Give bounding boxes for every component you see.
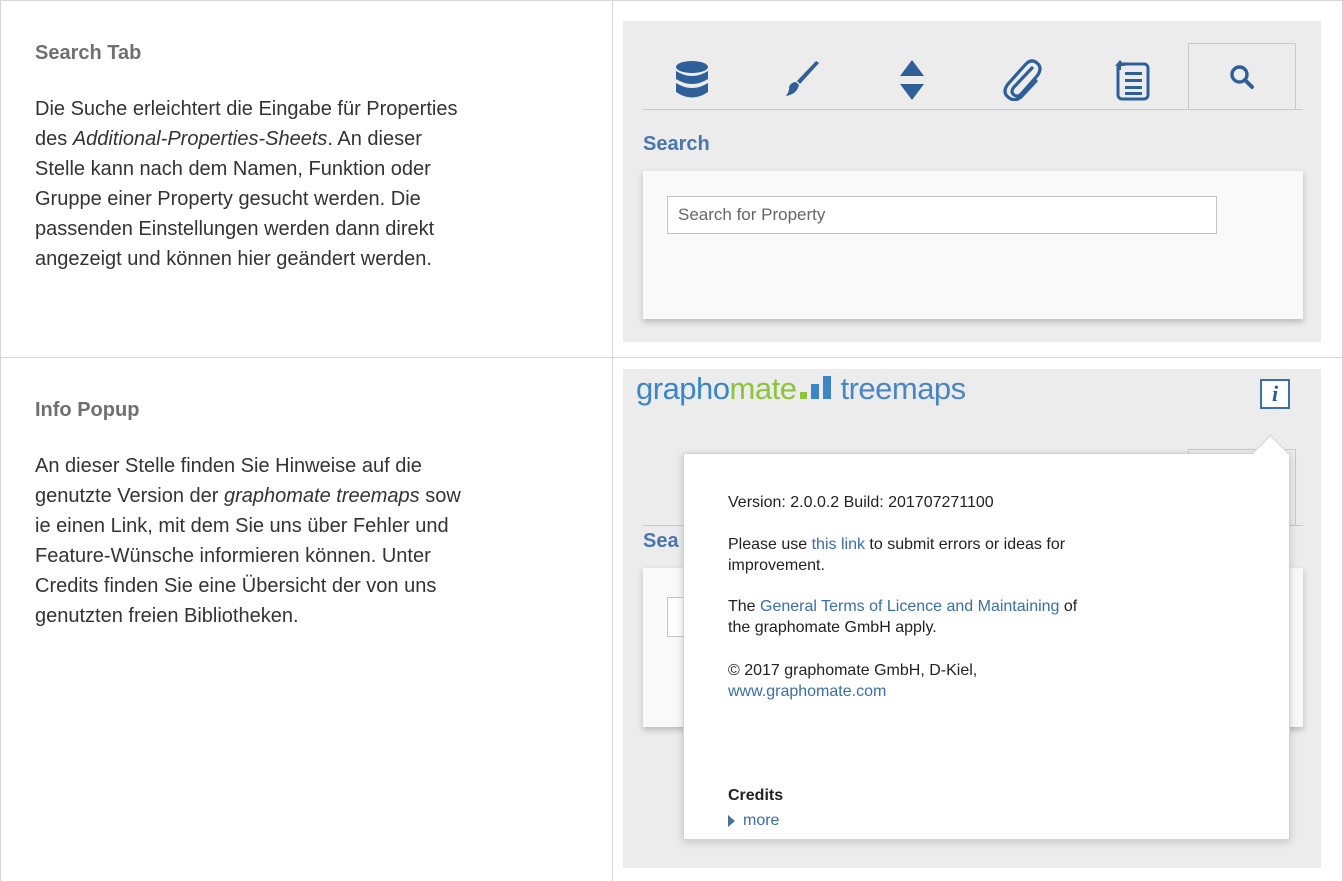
tab-attachments[interactable]: [973, 51, 1071, 109]
database-icon: [676, 61, 708, 98]
tab-data[interactable]: [643, 51, 741, 109]
search-tab-description: Die Suche erleichtert die Eingabe für Pr…: [35, 98, 458, 270]
expand-triangle-icon: [728, 815, 735, 827]
logo-bars-icon: [800, 375, 836, 399]
info-description-cell: Info Popup An dieser Stelle finden Sie H…: [0, 357, 612, 881]
list-icon: [1115, 60, 1150, 101]
paperclip-icon: [1003, 59, 1042, 101]
search-input[interactable]: [667, 196, 1217, 234]
info-button[interactable]: i: [1260, 379, 1290, 409]
sort-icon: [900, 60, 924, 100]
more-toggle[interactable]: more: [728, 812, 779, 830]
more-label: more: [743, 812, 780, 829]
property-tabs: [643, 43, 1303, 110]
info-popup-description: An dieser Stelle finden Sie Hinweise auf…: [35, 455, 461, 627]
tab-style[interactable]: [753, 51, 851, 109]
website-link[interactable]: www.graphomate.com: [728, 683, 886, 700]
table-column-divider: [612, 0, 613, 881]
search-section-title: Search: [643, 133, 710, 155]
graphomate-treemaps-logo: graphomate treemaps: [636, 371, 966, 406]
version-text: Version: 2.0.0.2 Build: 201707271100: [728, 494, 994, 511]
tab-sort[interactable]: [863, 51, 961, 109]
search-tab-heading: Search Tab: [35, 42, 142, 64]
feedback-text: Please use this link to submit errors or…: [728, 536, 1066, 574]
documentation-table: Search Tab Die Suche erleichtert die Ein…: [0, 0, 1343, 881]
info-popup-screenshot: graphomate treemaps i Sea Version: 2.0.0.…: [623, 369, 1321, 868]
search-card: [643, 171, 1303, 319]
info-popup-heading: Info Popup: [35, 399, 140, 421]
search-section-title-background: Sea: [643, 530, 679, 552]
credits-heading: Credits: [728, 787, 784, 804]
search-panel-screenshot: Search: [623, 21, 1321, 342]
terms-link[interactable]: General Terms of Licence and Maintaining: [760, 598, 1059, 615]
tab-search[interactable]: [1188, 43, 1296, 109]
search-description-cell: Search Tab Die Suche erleichtert die Ein…: [0, 0, 612, 357]
copyright-text: © 2017 graphomate GmbH, D-Kiel, www.graph…: [728, 662, 978, 700]
brush-icon: [786, 61, 819, 96]
search-icon: [1230, 64, 1254, 89]
tab-properties-list[interactable]: [1083, 51, 1181, 109]
terms-text: The General Terms of Licence and Maintai…: [728, 598, 1078, 636]
info-popup: Version: 2.0.0.2 Build: 201707271100 Ple…: [683, 453, 1290, 840]
feedback-link[interactable]: this link: [812, 536, 865, 553]
